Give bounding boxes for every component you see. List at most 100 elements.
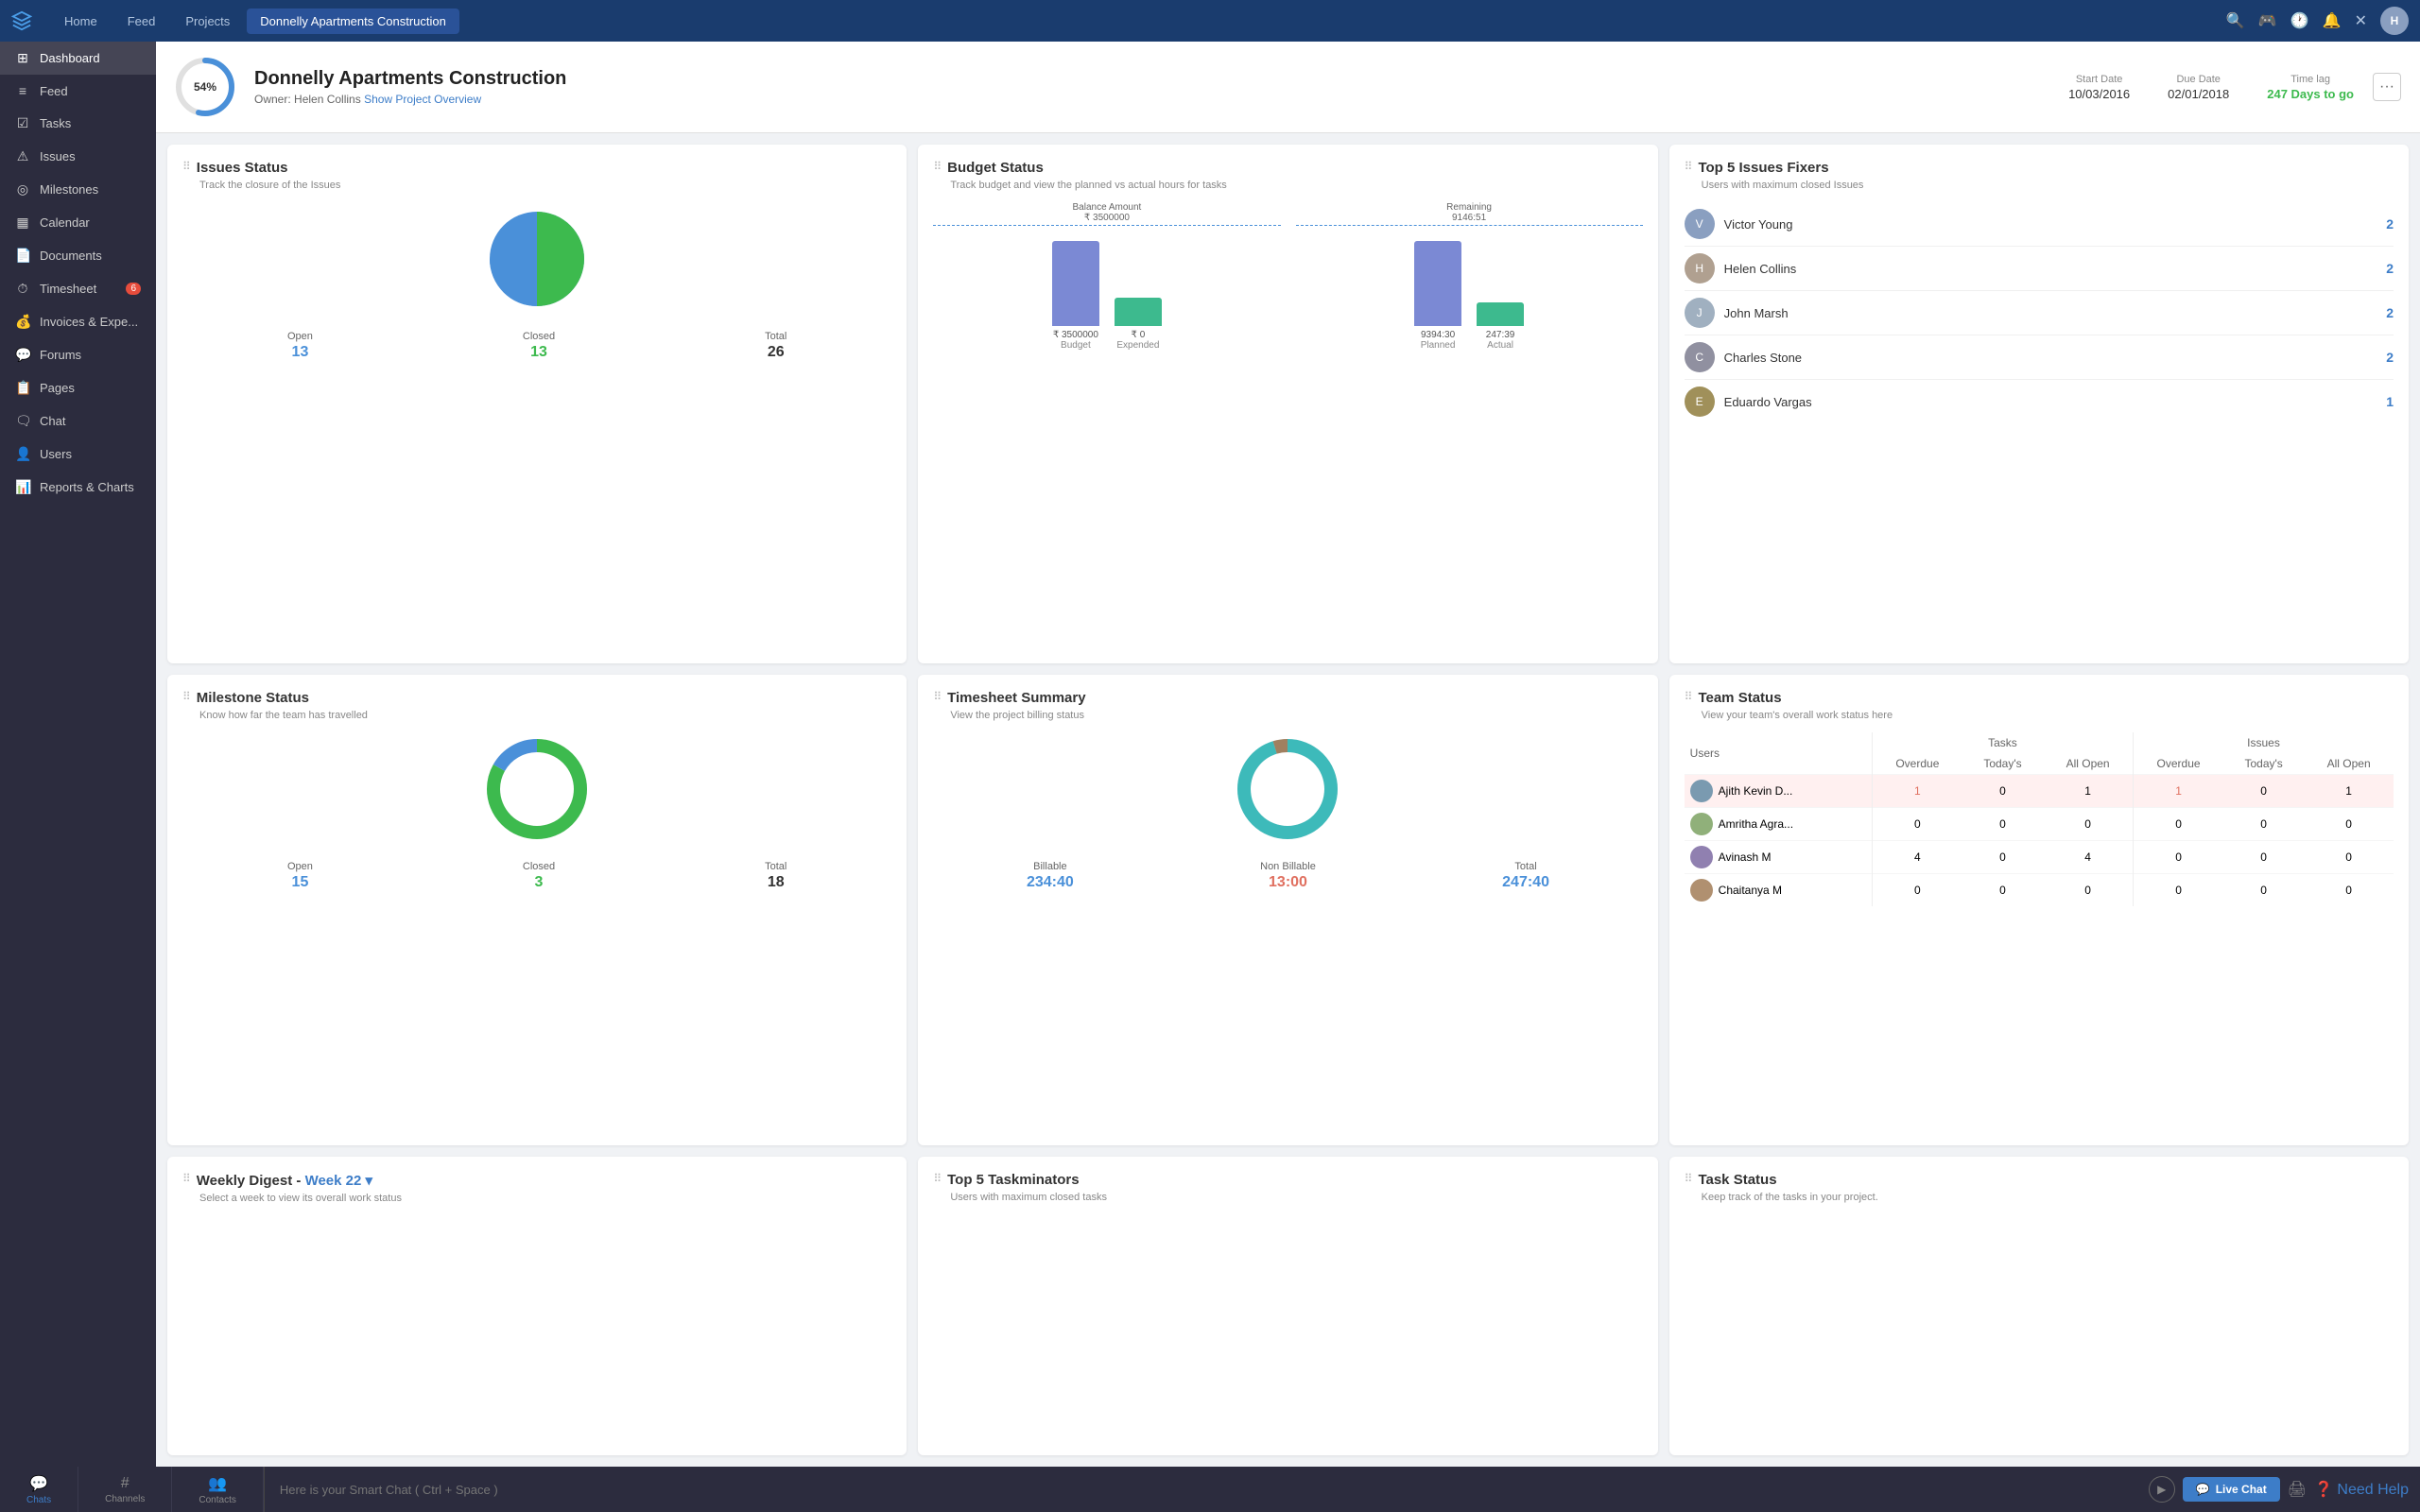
task-overdue-4: 0 — [1872, 873, 1962, 906]
weekly-digest-card: ⠿ Weekly Digest - Week 22 ▾ Select a wee… — [167, 1157, 907, 1455]
fixer-name-1: Victor Young — [1724, 217, 2377, 232]
issue-allopen-3: 0 — [2304, 840, 2394, 873]
expended-bar-group — [1115, 298, 1162, 326]
fixer-name-3: John Marsh — [1724, 306, 2377, 320]
fixers-card-subtitle: Users with maximum closed Issues — [1702, 180, 2394, 191]
nav-tab-project[interactable]: Donnelly Apartments Construction — [247, 9, 459, 34]
col-issue-overdue: Overdue — [2134, 753, 2223, 775]
issue-overdue-4: 0 — [2134, 873, 2223, 906]
sidebar-item-calendar[interactable]: ▦ Calendar — [0, 206, 156, 239]
milestone-card-title: Milestone Status — [197, 690, 309, 706]
sidebar-label-calendar: Calendar — [40, 215, 90, 230]
team-row-2: Amritha Agra... 0 0 0 0 0 0 — [1685, 807, 2394, 840]
sidebar-item-invoices[interactable]: 💰 Invoices & Expe... — [0, 305, 156, 338]
channels-tab-icon: # — [121, 1475, 130, 1492]
task-overdue-3: 4 — [1872, 840, 1962, 873]
sidebar-item-milestones[interactable]: ◎ Milestones — [0, 173, 156, 206]
team-card-title: Team Status — [1698, 690, 1781, 706]
task-allopen-3: 4 — [2043, 840, 2133, 873]
milestone-donut — [182, 732, 891, 846]
print-button[interactable]: 🖨 — [2288, 1480, 2307, 1499]
sidebar-item-documents[interactable]: 📄 Documents — [0, 239, 156, 272]
issues-stats: Open 13 Closed 13 Total 26 — [182, 331, 891, 361]
drag-icon-8: ⠿ — [933, 1172, 942, 1185]
issues-card-subtitle: Track the closure of the Issues — [199, 180, 891, 191]
nav-tab-home[interactable]: Home — [51, 9, 111, 34]
smart-chat-input[interactable] — [280, 1483, 2122, 1497]
issues-card-title: Issues Status — [197, 160, 288, 176]
fixer-count-5: 1 — [2386, 394, 2394, 409]
gamepad-icon[interactable]: 🎮 — [2258, 11, 2277, 30]
fixer-row-4: C Charles Stone 2 — [1685, 335, 2394, 380]
close-icon[interactable]: ✕ — [2355, 11, 2367, 30]
project-meta: Start Date 10/03/2016 Due Date 02/01/201… — [2068, 74, 2354, 101]
sidebar-label-issues: Issues — [40, 149, 76, 163]
task-allopen-4: 0 — [2043, 873, 2133, 906]
team-row-1: Ajith Kevin D... 1 0 1 1 0 1 — [1685, 774, 2394, 807]
nav-tab-feed[interactable]: Feed — [114, 9, 169, 34]
chat-input-area[interactable] — [265, 1467, 2137, 1512]
live-chat-icon: 💬 — [2196, 1483, 2210, 1496]
sidebar-item-feed[interactable]: ≡ Feed — [0, 75, 156, 107]
sidebar-item-tasks[interactable]: ☑ Tasks — [0, 107, 156, 140]
weekly-card-title: Weekly Digest - Week 22 ▾ — [197, 1172, 372, 1189]
dashboard-icon: ⊞ — [15, 50, 30, 66]
need-help-button[interactable]: ❓ Need Help — [2314, 1480, 2409, 1499]
sidebar-label-pages: Pages — [40, 381, 75, 395]
show-overview-link[interactable]: Show Project Overview — [364, 93, 481, 106]
timesheet-donut — [933, 732, 1642, 846]
dashboard-grid: ⠿ Issues Status Track the closure of the… — [156, 133, 2420, 1467]
fixer-avatar-3: J — [1685, 298, 1715, 328]
sidebar-item-forums[interactable]: 💬 Forums — [0, 338, 156, 371]
drag-icon-6: ⠿ — [1685, 690, 1693, 703]
budget-dashed-line — [933, 225, 1280, 226]
sidebar-label-invoices: Invoices & Expe... — [40, 315, 138, 329]
sidebar-item-timesheet[interactable]: ⏱ Timesheet 6 — [0, 272, 156, 305]
col-task-today: Today's — [1962, 753, 2043, 775]
budget-charts: Balance Amount₹ 3500000 — [933, 202, 1642, 351]
task-allopen-1: 1 — [2043, 774, 2133, 807]
task-status-card-subtitle: Keep track of the tasks in your project. — [1702, 1192, 2394, 1203]
bottom-bar: 💬 Chats # Channels 👥 Contacts ▶ 💬 Live C… — [0, 1467, 2420, 1512]
total-stat: Total 26 — [765, 331, 786, 361]
nav-tab-projects[interactable]: Projects — [172, 9, 243, 34]
sidebar-item-pages[interactable]: 📋 Pages — [0, 371, 156, 404]
team-row-3: Avinash M 4 0 4 0 0 0 — [1685, 840, 2394, 873]
sidebar-label-reports: Reports & Charts — [40, 480, 134, 494]
start-date-meta: Start Date 10/03/2016 — [2068, 74, 2130, 101]
content-area: 54% Donnelly Apartments Construction Own… — [156, 42, 2420, 1467]
col-issues: Issues — [2134, 732, 2394, 753]
col-task-overdue: Overdue — [1872, 753, 1962, 775]
budget-card-subtitle: Track budget and view the planned vs act… — [950, 180, 1642, 191]
top-nav: Home Feed Projects Donnelly Apartments C… — [0, 0, 2420, 42]
taskminators-card-subtitle: Users with maximum closed tasks — [950, 1192, 1642, 1203]
user-cell-4: Chaitanya M — [1685, 873, 1873, 906]
bottom-tab-chats[interactable]: 💬 Chats — [0, 1467, 78, 1512]
col-task-allopen: All Open — [2043, 753, 2133, 775]
expended-bottom: ₹ 0 Expended — [1115, 330, 1162, 351]
more-options-button[interactable]: ··· — [2373, 73, 2401, 101]
live-chat-button[interactable]: 💬 Live Chat — [2183, 1477, 2280, 1502]
sidebar-item-chat[interactable]: 🗨 Chat — [0, 404, 156, 438]
sidebar-item-reports[interactable]: 📊 Reports & Charts — [0, 471, 156, 504]
clock-icon[interactable]: 🕐 — [2290, 11, 2309, 30]
bottom-tab-contacts[interactable]: 👥 Contacts — [172, 1467, 263, 1512]
forums-icon: 💬 — [15, 347, 30, 363]
sidebar-item-dashboard[interactable]: ⊞ Dashboard — [0, 42, 156, 75]
bell-icon[interactable]: 🔔 — [2323, 11, 2342, 30]
budget-bar-group — [1052, 241, 1099, 326]
play-button[interactable]: ▶ — [2149, 1476, 2175, 1503]
sidebar-label-milestones: Milestones — [40, 182, 98, 197]
user-avatar[interactable]: H — [2380, 7, 2409, 35]
sidebar-item-issues[interactable]: ⚠ Issues — [0, 140, 156, 173]
fixer-row-3: J John Marsh 2 — [1685, 291, 2394, 335]
issue-allopen-1: 1 — [2304, 774, 2394, 807]
fixer-row-2: H Helen Collins 2 — [1685, 247, 2394, 291]
bottom-tab-channels[interactable]: # Channels — [78, 1467, 172, 1512]
search-icon[interactable]: 🔍 — [2226, 11, 2245, 30]
user-avatar-3 — [1690, 846, 1713, 868]
sidebar-item-users[interactable]: 👤 Users — [0, 438, 156, 471]
drag-icon: ⠿ — [182, 160, 191, 173]
fixer-avatar-1: V — [1685, 209, 1715, 239]
timesheet-card-header: ⠿ Timesheet Summary — [933, 690, 1642, 706]
